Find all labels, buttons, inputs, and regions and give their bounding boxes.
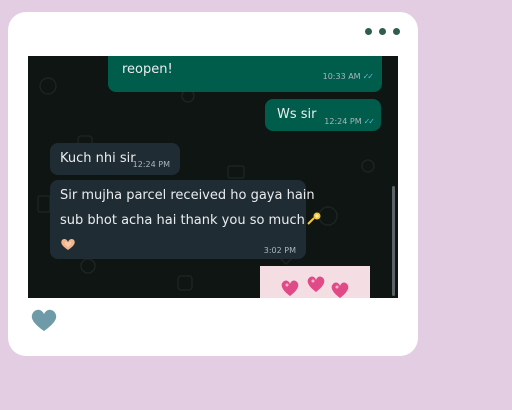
message-bubble-outgoing[interactable]: reopen! 10:33 AM ✓✓: [108, 56, 382, 92]
message-text-line: sub bhot acha hai thank you so much: [60, 212, 322, 228]
message-bubble-incoming[interactable]: Kuch nhi sir 12:24 PM: [50, 143, 180, 175]
message-text: Ws sir: [277, 107, 317, 122]
heart-icon[interactable]: [30, 308, 58, 332]
more-options-icon[interactable]: [365, 28, 400, 35]
double-check-icon: ✓✓: [362, 72, 374, 81]
message-bubble-incoming[interactable]: Sir mujha parcel received ho gaya hain s…: [50, 180, 321, 259]
image-message-preview[interactable]: [260, 266, 370, 298]
dot: [379, 28, 386, 35]
dizzy-emoji: [307, 212, 321, 225]
message-time: 12:24 PM: [132, 160, 170, 169]
message-time: 3:02 PM: [263, 246, 296, 255]
heart-hands-emoji: [61, 238, 75, 250]
message-text: Kuch nhi sir: [60, 151, 136, 166]
message-time: 10:33 AM ✓✓: [322, 72, 374, 81]
chat-wallpaper-pattern: [37, 75, 375, 291]
message-time: 12:24 PM ✓✓: [324, 117, 375, 126]
pink-hearts-emoji: [281, 276, 349, 298]
dot: [365, 28, 372, 35]
double-check-icon: ✓✓: [363, 117, 375, 126]
scrollbar[interactable]: [392, 186, 395, 296]
message-text: reopen!: [122, 62, 173, 77]
message-bubble-outgoing[interactable]: Ws sir 12:24 PM ✓✓: [265, 99, 381, 131]
chat-screenshot: reopen! 10:33 AM ✓✓ Ws sir 12:24 PM ✓✓ Kuc…: [28, 56, 398, 298]
post-card: reopen! 10:33 AM ✓✓ Ws sir 12:24 PM ✓✓ Kuc…: [8, 12, 418, 356]
dot: [393, 28, 400, 35]
message-text-line: Sir mujha parcel received ho gaya hain: [60, 188, 315, 203]
